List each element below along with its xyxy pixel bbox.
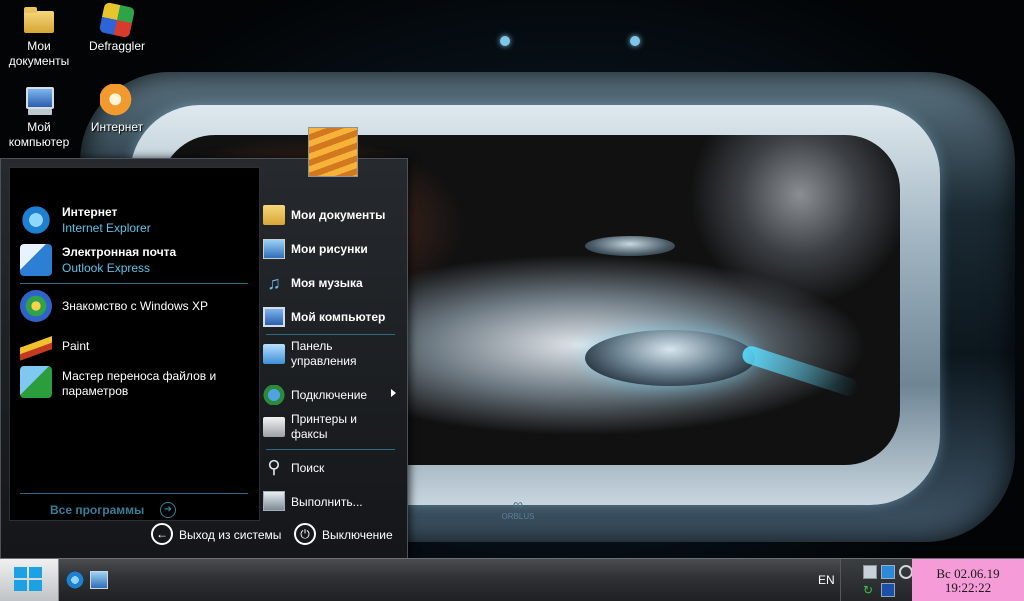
start-menu-places-pane: Мои документы Мои рисунки ♫ Моя музыка М… (260, 167, 400, 519)
control-panel-icon (263, 344, 285, 364)
separator (20, 283, 248, 284)
network-status-icon[interactable] (881, 565, 895, 579)
place-printers[interactable]: Принтеры и факсы (260, 412, 400, 444)
pinned-internet-explorer[interactable]: Интернет Internet Explorer (20, 204, 250, 238)
system-tray: ↻ (840, 559, 913, 601)
recent-label: Paint (62, 339, 90, 353)
place-connect[interactable]: Подключение (260, 385, 400, 407)
internet-explorer-icon (20, 204, 52, 236)
recent-paint[interactable]: Paint (20, 330, 250, 364)
place-label: Мои рисунки (291, 242, 368, 256)
connect-icon (263, 385, 285, 405)
pinned-title: Электронная почта (62, 245, 177, 259)
place-my-music[interactable]: ♫ Моя музыка (260, 273, 400, 295)
my-music-icon: ♫ (267, 273, 281, 293)
hull-light-right (630, 36, 640, 46)
shutdown-label: Выключение (322, 528, 393, 542)
clock-time: 19:22:22 (944, 580, 992, 595)
computer-icon (22, 84, 56, 118)
windows-tour-icon (20, 290, 52, 322)
shutdown-button[interactable]: ⏻ Выключение (294, 521, 402, 551)
quicklaunch-ie-icon[interactable] (66, 571, 84, 589)
place-label: Мои документы (291, 208, 386, 222)
place-label: Поиск (291, 461, 325, 475)
place-label: Мой компьютер (291, 310, 386, 324)
place-my-documents[interactable]: Мои документы (260, 205, 400, 227)
my-computer-icon (263, 307, 285, 327)
place-search[interactable]: ⚲ Поиск (260, 457, 400, 479)
recent-label: Знакомство с Windows XP (62, 299, 208, 313)
place-my-computer[interactable]: Мой компьютер (260, 307, 400, 329)
ufo-large (585, 330, 755, 386)
clock-date: Вс 02.06.19 (936, 566, 1000, 581)
place-control-panel[interactable]: Панель управления (260, 339, 400, 371)
outlook-express-icon (20, 244, 52, 276)
place-label: Принтеры и факсы (291, 412, 357, 441)
desktop-icon-my-documents[interactable]: Мои документы (1, 3, 77, 69)
place-label: Панель управления (291, 339, 357, 368)
recent-windows-tour[interactable]: Знакомство с Windows XP (20, 290, 250, 324)
power-icon: ⏻ (294, 523, 316, 545)
my-documents-icon (263, 205, 285, 225)
refresh-icon[interactable]: ↻ (863, 583, 877, 597)
place-run[interactable]: Выполнить... (260, 491, 400, 513)
desktop-icon-internet[interactable]: Интернет (79, 84, 155, 135)
pinned-subtitle: Internet Explorer (62, 221, 151, 235)
desktop-icon-label: Мой компьютер (8, 120, 70, 149)
desktop-icon-label: Мои документы (8, 39, 70, 68)
place-label: Подключение (291, 388, 368, 402)
wallpaper-logo: ∞ ORBLUS (501, 496, 535, 521)
language-indicator[interactable]: EN (818, 573, 835, 587)
desktop-icon-label: Интернет (90, 120, 144, 134)
pinned-subtitle: Outlook Express (62, 261, 151, 275)
hull-light-left (500, 36, 510, 46)
separator (266, 449, 395, 450)
taskbar-clock[interactable]: Вс 02.06.19 19:22:22 (912, 559, 1024, 601)
display-icon[interactable] (881, 583, 895, 597)
place-label: Моя музыка (291, 276, 363, 290)
network-icon[interactable] (863, 565, 877, 579)
defraggler-icon (98, 1, 136, 39)
start-menu-programs-pane: Интернет Internet Explorer Электронная п… (9, 167, 260, 521)
all-programs-button[interactable]: Все программы (50, 503, 144, 517)
my-pictures-icon (263, 239, 285, 259)
place-my-pictures[interactable]: Мои рисунки (260, 239, 400, 261)
logoff-icon: ← (151, 523, 173, 545)
separator (20, 493, 248, 494)
place-label: Выполнить... (291, 495, 363, 509)
pinned-outlook-express[interactable]: Электронная почта Outlook Express (20, 244, 250, 278)
recent-label: Мастер переноса файлов и параметров (62, 369, 217, 398)
volume-icon[interactable] (899, 565, 913, 579)
run-icon (263, 491, 285, 511)
desktop-icon-defraggler[interactable]: Defraggler (79, 1, 155, 54)
quicklaunch-desktop-icon[interactable] (90, 571, 108, 589)
pinned-title: Интернет (62, 205, 118, 219)
taskbar: EN ↻ Вс 02.06.19 19:22:22 (0, 558, 1024, 601)
arrow-right-icon[interactable]: ➜ (160, 502, 176, 518)
folder-icon (22, 3, 56, 37)
transfer-wizard-icon (20, 366, 52, 398)
recent-transfer-wizard[interactable]: Мастер переноса файлов и параметров (20, 366, 250, 400)
ufo-small (585, 236, 675, 256)
desktop-icon-my-computer[interactable]: Мой компьютер (1, 84, 77, 150)
submenu-arrow-icon (391, 389, 396, 397)
paint-icon (20, 330, 52, 362)
search-icon: ⚲ (267, 457, 281, 477)
start-button[interactable] (0, 559, 59, 601)
printers-icon (263, 417, 285, 437)
desktop-icon-label: Defraggler (88, 39, 146, 53)
windows-logo-icon (14, 567, 44, 593)
start-menu: Интернет Internet Explorer Электронная п… (0, 127, 408, 559)
browser-fox-icon (100, 84, 134, 118)
separator (266, 334, 395, 335)
logoff-button[interactable]: ← Выход из системы (151, 521, 286, 551)
logoff-label: Выход из системы (179, 528, 282, 542)
